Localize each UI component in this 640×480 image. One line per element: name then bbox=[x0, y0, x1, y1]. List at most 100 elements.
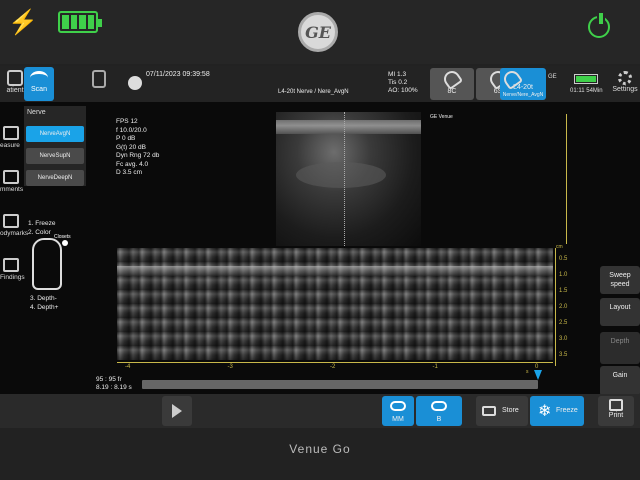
bottom-toolbar: MM B Store ❄ Freeze Print bbox=[0, 394, 640, 428]
sidebar-item-label: mments bbox=[0, 186, 24, 193]
scan-icon bbox=[30, 71, 48, 85]
gear-icon bbox=[618, 71, 632, 85]
depth-tick: 2.5 bbox=[559, 320, 568, 326]
probe-button-dot bbox=[62, 240, 68, 246]
freeze-label: Freeze bbox=[556, 407, 578, 414]
scan-tab-label: Scan bbox=[31, 86, 47, 93]
b-mode-image[interactable] bbox=[276, 112, 421, 246]
sidebar-item-comments[interactable]: mments bbox=[0, 166, 24, 206]
gain-button[interactable]: Gain bbox=[600, 366, 640, 396]
store-label: Store bbox=[502, 407, 519, 414]
param-fc: Fc avg. 4.0 bbox=[116, 160, 149, 168]
ao-value: AO: 100% bbox=[388, 87, 418, 94]
screen: atient Scan 07/11/2023 09:39:58 L4-20t N… bbox=[0, 66, 640, 426]
bodymark-icon bbox=[3, 214, 19, 228]
b-mode-icon bbox=[431, 401, 447, 411]
probe-preset-sub: Nerve/Nere_AvgN bbox=[502, 92, 544, 98]
probe-icon bbox=[440, 67, 464, 91]
power-icon[interactable] bbox=[588, 13, 610, 38]
probe-diagram bbox=[32, 238, 62, 290]
cine-readout: 95 : 95 fr 8.19 : 8.19 s bbox=[96, 376, 132, 392]
play-button[interactable] bbox=[162, 396, 192, 426]
settings-label: Settings bbox=[612, 86, 638, 93]
b-mode-button[interactable]: B bbox=[416, 396, 462, 426]
param-gain: G(t) 20 dB bbox=[116, 143, 146, 151]
mm-mode-button[interactable]: MM bbox=[382, 396, 414, 426]
sidebar-item-findings[interactable]: Findings bbox=[0, 254, 25, 294]
preset-nerve-deep[interactable]: NerveDeepN bbox=[26, 170, 84, 186]
mm-mode-label: MM bbox=[392, 416, 404, 423]
depth-tick: 3.5 bbox=[559, 352, 568, 358]
ge-logo: GE bbox=[298, 12, 338, 52]
info-icon[interactable] bbox=[128, 76, 142, 90]
sidebar-item-label: Findings bbox=[0, 274, 25, 281]
patient-record-icon[interactable] bbox=[92, 70, 106, 88]
m-mode-time-axis: -4 -3 -2 -1 0 bbox=[117, 362, 553, 372]
settings-tab[interactable]: Settings bbox=[610, 67, 640, 101]
depth-tick: 0.5 bbox=[559, 256, 568, 262]
ruler-icon bbox=[3, 126, 19, 140]
system-status: GE 01:11 54Min bbox=[546, 72, 608, 98]
cine-frames: 95 : 95 fr bbox=[96, 376, 122, 383]
battery-time: 01:11 54Min bbox=[570, 88, 603, 94]
sidebar-item-label: easure bbox=[0, 142, 20, 149]
time-tick: -2 bbox=[330, 364, 336, 370]
comment-icon bbox=[3, 170, 19, 184]
knob-label: 1. Freeze bbox=[28, 220, 56, 227]
param-depth: D 3.5 cm bbox=[116, 169, 143, 176]
knob-label: 3. Depth- bbox=[30, 295, 57, 302]
depth-tick: 2.0 bbox=[559, 304, 568, 310]
scan-tab[interactable]: Scan bbox=[24, 67, 54, 101]
imaging-parameters: FPS 12 f 10.0/20.0 P 0 dB G(t) 20 dB Dyn… bbox=[116, 118, 159, 178]
knob-label: 2. Color bbox=[28, 229, 51, 236]
battery-level-icon bbox=[574, 74, 598, 84]
acoustic-output-readout: MI 1.3 Tis 0.2 AO: 100% bbox=[388, 71, 418, 95]
time-tick: -3 bbox=[227, 364, 233, 370]
camera-icon bbox=[482, 406, 496, 416]
time-tick: 0 bbox=[535, 364, 539, 370]
m-mode-icon bbox=[390, 401, 406, 411]
param-power: P 0 dB bbox=[116, 135, 136, 142]
depth-tick: 1.5 bbox=[559, 288, 568, 294]
top-toolbar: atient Scan 07/11/2023 09:39:58 L4-20t N… bbox=[0, 66, 640, 102]
freeze-button[interactable]: ❄ Freeze bbox=[530, 396, 584, 426]
cine-position-marker[interactable] bbox=[534, 370, 542, 380]
depth-tick: 3.0 bbox=[559, 336, 568, 342]
preset-nerve-avg[interactable]: NerveAvgN bbox=[26, 126, 84, 142]
store-button[interactable]: Store bbox=[476, 396, 528, 426]
tis-value: Tis 0.2 bbox=[388, 79, 408, 86]
snowflake-icon: ❄ bbox=[538, 403, 552, 420]
probe-knobs-bottom: 3. Depth- 4. Depth+ bbox=[30, 294, 58, 312]
cine-time: 8.19 : 8.19 s bbox=[96, 384, 132, 391]
clipboard-icon bbox=[3, 258, 19, 272]
probe-button-8c[interactable]: 8C bbox=[430, 67, 474, 100]
device-model-label: Venue Go bbox=[289, 442, 351, 456]
probe-button-l4-20t[interactable]: L4-20t Nerve/Nere_AvgN bbox=[500, 67, 546, 100]
ultrasound-device: ⚡ GE atient Scan 07/11/2023 09:39:58 L4-… bbox=[0, 0, 640, 480]
preset-panel-title: Nerve bbox=[27, 109, 46, 116]
plug-icon: ⚡ bbox=[8, 9, 38, 36]
patient-icon bbox=[7, 70, 23, 86]
time-unit-label: s bbox=[526, 369, 529, 375]
exam-datetime: 07/11/2023 09:39:58 bbox=[146, 71, 210, 78]
time-tick: -4 bbox=[125, 364, 131, 370]
param-dynamic-range: Dyn Rng 72 db bbox=[116, 152, 160, 159]
param-fps: FPS 12 bbox=[116, 118, 138, 125]
preset-nerve-sup[interactable]: NerveSupN bbox=[26, 148, 84, 164]
sidebar-item-bodymarks[interactable]: odymarks bbox=[0, 210, 28, 250]
probe-diagram-tag: Closets bbox=[54, 234, 71, 240]
m-mode-depth-scale: 0.5 1.0 1.5 2.0 2.5 3.0 3.5 bbox=[555, 248, 575, 366]
print-label: Print bbox=[608, 412, 624, 419]
depth-tick: 1.0 bbox=[559, 272, 568, 278]
print-button[interactable]: Print bbox=[598, 396, 634, 426]
battery-full-icon bbox=[58, 11, 102, 33]
m-mode-cursor-line[interactable] bbox=[344, 112, 345, 246]
play-icon bbox=[172, 404, 182, 418]
sidebar-item-measure[interactable]: easure bbox=[0, 122, 24, 162]
sweep-speed-button[interactable]: Sweep speed bbox=[600, 266, 640, 294]
layout-button[interactable]: Layout bbox=[600, 298, 640, 326]
mi-value: MI 1.3 bbox=[388, 71, 407, 78]
probe-knobs-top: 1. Freeze 2. Color bbox=[28, 219, 55, 237]
depth-button[interactable]: Depth bbox=[600, 332, 640, 364]
cine-scrollbar[interactable] bbox=[142, 380, 538, 389]
